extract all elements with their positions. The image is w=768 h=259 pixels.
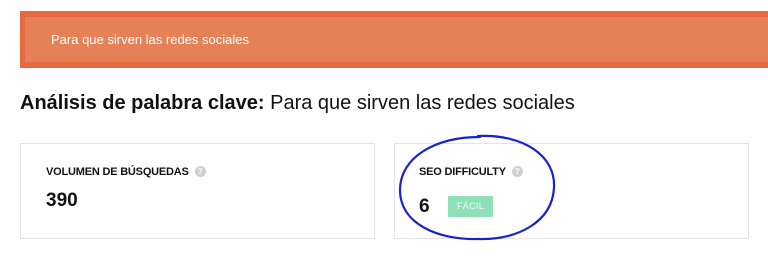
seo-difficulty-value: 6 bbox=[419, 196, 430, 217]
search-volume-card: VOLUMEN DE BÚSQUEDAS? 390 bbox=[20, 143, 375, 239]
seo-difficulty-card: SEO DIFFICULTY? 6 FÁCIL bbox=[394, 143, 749, 239]
help-icon[interactable]: ? bbox=[194, 166, 206, 177]
keyword-search-input[interactable] bbox=[25, 17, 768, 62]
search-volume-label-row: VOLUMEN DE BÚSQUEDAS? bbox=[46, 166, 206, 178]
search-volume-label: VOLUMEN DE BÚSQUEDAS bbox=[46, 166, 189, 178]
page: Análisis de palabra clave: Para que sirv… bbox=[0, 0, 768, 259]
search-bar bbox=[20, 11, 768, 68]
search-volume-value: 390 bbox=[46, 190, 78, 211]
page-title-keyword: Para que sirven las redes sociales bbox=[270, 92, 575, 114]
seo-difficulty-label-row: SEO DIFFICULTY? bbox=[419, 166, 523, 178]
seo-difficulty-label: SEO DIFFICULTY bbox=[419, 166, 506, 178]
difficulty-badge: FÁCIL bbox=[448, 196, 494, 217]
page-title: Análisis de palabra clave: Para que sirv… bbox=[20, 92, 575, 115]
help-icon[interactable]: ? bbox=[511, 166, 523, 177]
page-title-prefix: Análisis de palabra clave: bbox=[20, 92, 265, 114]
